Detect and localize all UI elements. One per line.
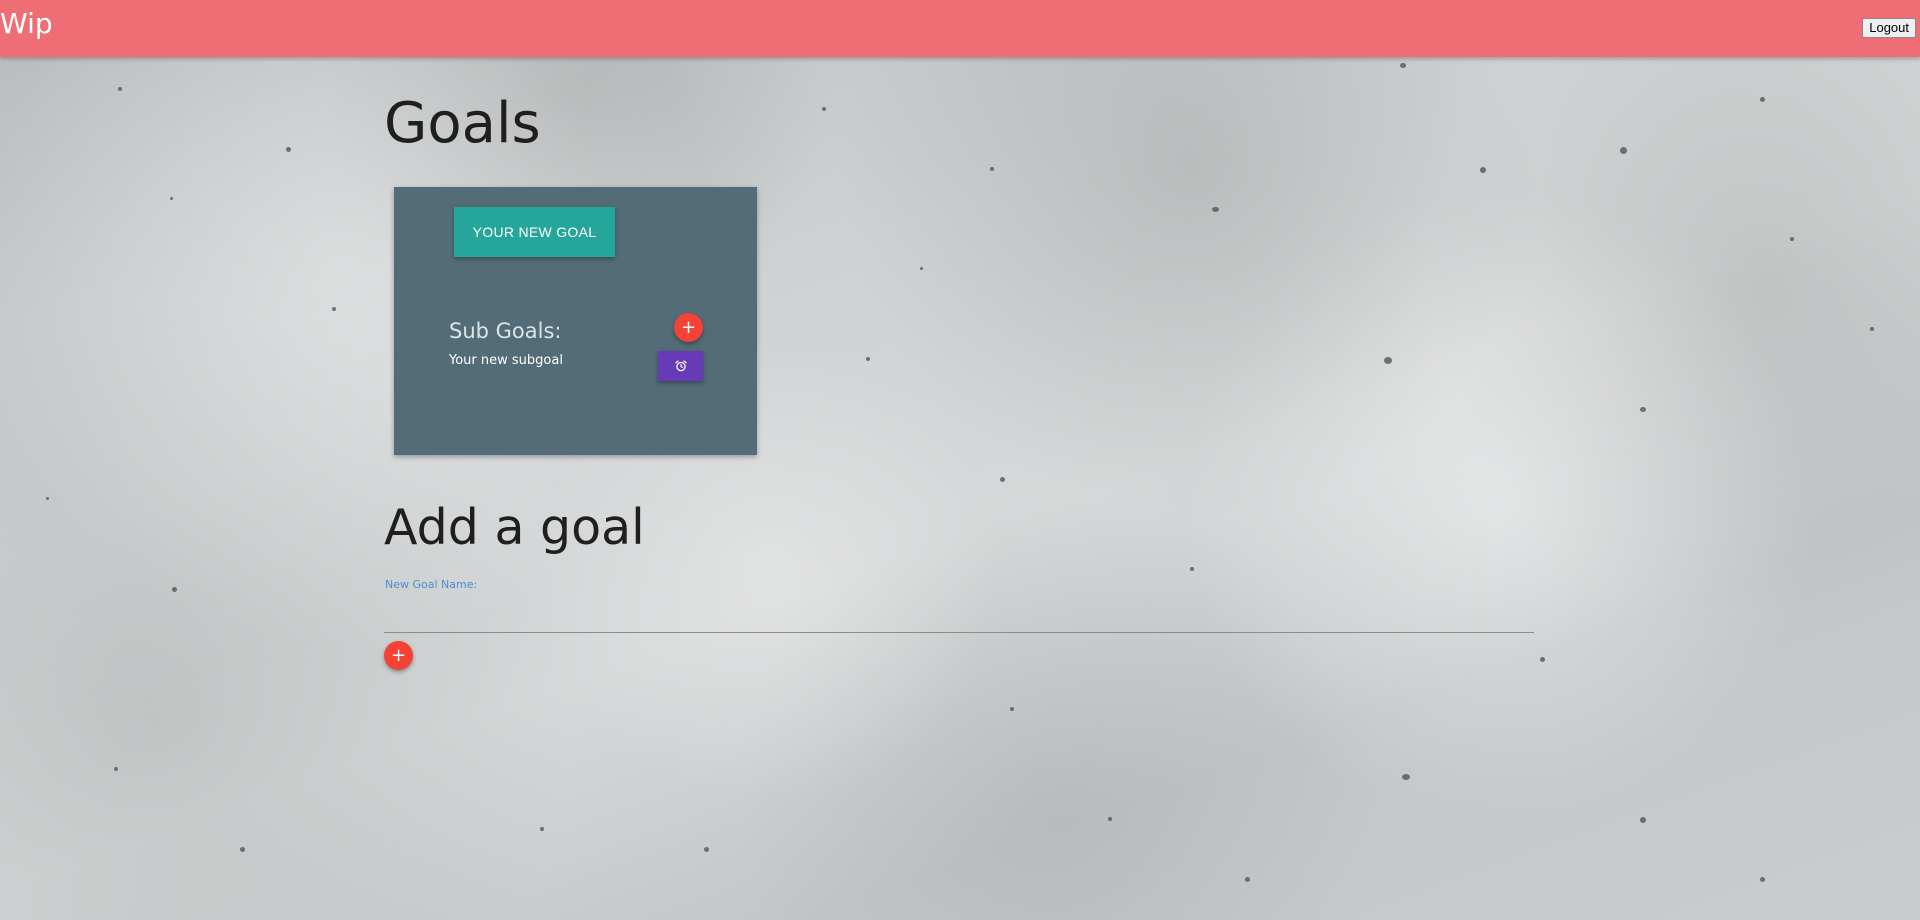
goal-name-label: New Goal Name: [385,578,478,591]
logout-button[interactable]: Logout [1862,18,1916,38]
goal-card: YOUR NEW GOAL Sub Goals: + Your new subg… [394,187,757,455]
top-navbar: Wip Logout [0,0,1920,57]
plus-icon: + [680,317,697,338]
app-brand[interactable]: Wip [0,10,53,38]
plus-icon: + [390,645,407,666]
alarm-clock-icon [674,360,687,372]
set-reminder-button[interactable] [658,351,703,381]
goal-name-input[interactable] [384,594,1534,633]
goal-title-button[interactable]: YOUR NEW GOAL [454,207,615,257]
page-title: Goals [384,91,541,156]
add-subgoal-button[interactable]: + [674,313,703,342]
concrete-texture [0,57,1920,920]
subgoal-item: Your new subgoal [449,353,563,368]
subgoals-heading: Sub Goals: [449,319,562,343]
add-goal-button[interactable]: + [384,641,413,670]
add-goal-heading: Add a goal [384,499,645,556]
